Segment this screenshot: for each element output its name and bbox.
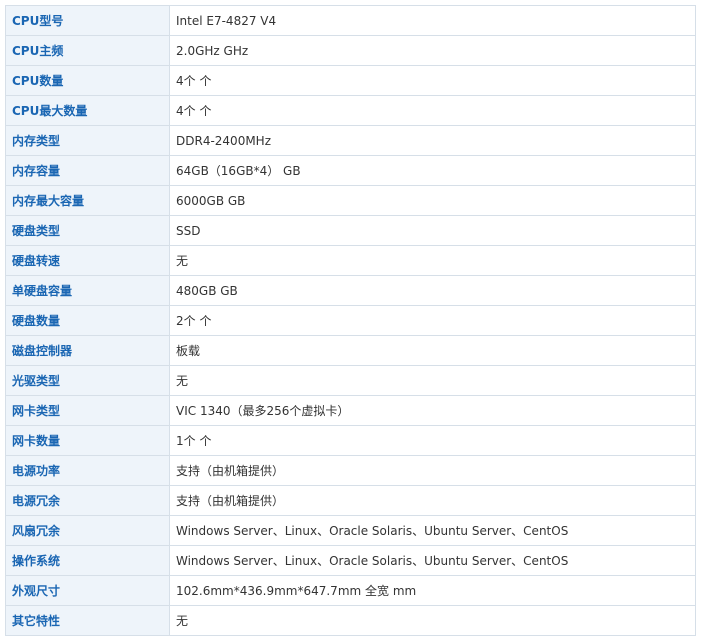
- spec-value: 2.0GHz GHz: [169, 35, 696, 66]
- spec-row: 硬盘类型 SSD: [5, 215, 696, 246]
- spec-row: 操作系统 Windows Server、Linux、Oracle Solaris…: [5, 545, 696, 576]
- spec-label: CPU数量: [5, 65, 170, 96]
- spec-value: 板载: [169, 335, 696, 366]
- spec-row: 硬盘转速 无: [5, 245, 696, 276]
- spec-label: 操作系统: [5, 545, 170, 576]
- spec-value: 102.6mm*436.9mm*647.7mm 全宽 mm: [169, 575, 696, 606]
- spec-label: 电源冗余: [5, 485, 170, 516]
- spec-table: CPU型号 Intel E7-4827 V4 CPU主频 2.0GHz GHz …: [5, 5, 696, 636]
- spec-value: 4个 个: [169, 95, 696, 126]
- spec-value: 无: [169, 245, 696, 276]
- spec-value: 支持（由机箱提供）: [169, 455, 696, 486]
- spec-value: 480GB GB: [169, 275, 696, 306]
- spec-label: 硬盘转速: [5, 245, 170, 276]
- spec-row: 内存最大容量 6000GB GB: [5, 185, 696, 216]
- spec-label: 硬盘数量: [5, 305, 170, 336]
- spec-value: 1个 个: [169, 425, 696, 456]
- spec-row: 电源功率 支持（由机箱提供）: [5, 455, 696, 486]
- spec-label: 网卡数量: [5, 425, 170, 456]
- spec-label: 单硬盘容量: [5, 275, 170, 306]
- spec-value: 6000GB GB: [169, 185, 696, 216]
- spec-value: DDR4-2400MHz: [169, 125, 696, 156]
- spec-label: CPU主频: [5, 35, 170, 66]
- spec-row: 光驱类型 无: [5, 365, 696, 396]
- spec-row: 网卡类型 VIC 1340（最多256个虚拟卡）: [5, 395, 696, 426]
- spec-label: 内存容量: [5, 155, 170, 186]
- spec-value: SSD: [169, 215, 696, 246]
- spec-value: 无: [169, 605, 696, 636]
- spec-label: 其它特性: [5, 605, 170, 636]
- spec-label: CPU型号: [5, 5, 170, 36]
- spec-label: 电源功率: [5, 455, 170, 486]
- spec-label: 内存最大容量: [5, 185, 170, 216]
- spec-row: 硬盘数量 2个 个: [5, 305, 696, 336]
- spec-value: Intel E7-4827 V4: [169, 5, 696, 36]
- spec-label: 硬盘类型: [5, 215, 170, 246]
- spec-row: 磁盘控制器 板载: [5, 335, 696, 366]
- spec-row: 风扇冗余 Windows Server、Linux、Oracle Solaris…: [5, 515, 696, 546]
- spec-value: 4个 个: [169, 65, 696, 96]
- spec-row: CPU数量 4个 个: [5, 65, 696, 96]
- spec-row: 电源冗余 支持（由机箱提供）: [5, 485, 696, 516]
- spec-label: CPU最大数量: [5, 95, 170, 126]
- spec-value: 支持（由机箱提供）: [169, 485, 696, 516]
- spec-row: 外观尺寸 102.6mm*436.9mm*647.7mm 全宽 mm: [5, 575, 696, 606]
- spec-label: 磁盘控制器: [5, 335, 170, 366]
- spec-row: 内存容量 64GB（16GB*4） GB: [5, 155, 696, 186]
- spec-label: 风扇冗余: [5, 515, 170, 546]
- spec-row: CPU型号 Intel E7-4827 V4: [5, 5, 696, 36]
- spec-label: 网卡类型: [5, 395, 170, 426]
- spec-value: Windows Server、Linux、Oracle Solaris、Ubun…: [169, 545, 696, 576]
- spec-label: 外观尺寸: [5, 575, 170, 606]
- spec-value: VIC 1340（最多256个虚拟卡）: [169, 395, 696, 426]
- spec-label: 内存类型: [5, 125, 170, 156]
- spec-value: 64GB（16GB*4） GB: [169, 155, 696, 186]
- spec-value: Windows Server、Linux、Oracle Solaris、Ubun…: [169, 515, 696, 546]
- spec-value: 2个 个: [169, 305, 696, 336]
- spec-label: 光驱类型: [5, 365, 170, 396]
- spec-row: 网卡数量 1个 个: [5, 425, 696, 456]
- spec-row: 内存类型 DDR4-2400MHz: [5, 125, 696, 156]
- spec-row: CPU主频 2.0GHz GHz: [5, 35, 696, 66]
- spec-row: 其它特性 无: [5, 605, 696, 636]
- spec-row: 单硬盘容量 480GB GB: [5, 275, 696, 306]
- spec-row: CPU最大数量 4个 个: [5, 95, 696, 126]
- spec-value: 无: [169, 365, 696, 396]
